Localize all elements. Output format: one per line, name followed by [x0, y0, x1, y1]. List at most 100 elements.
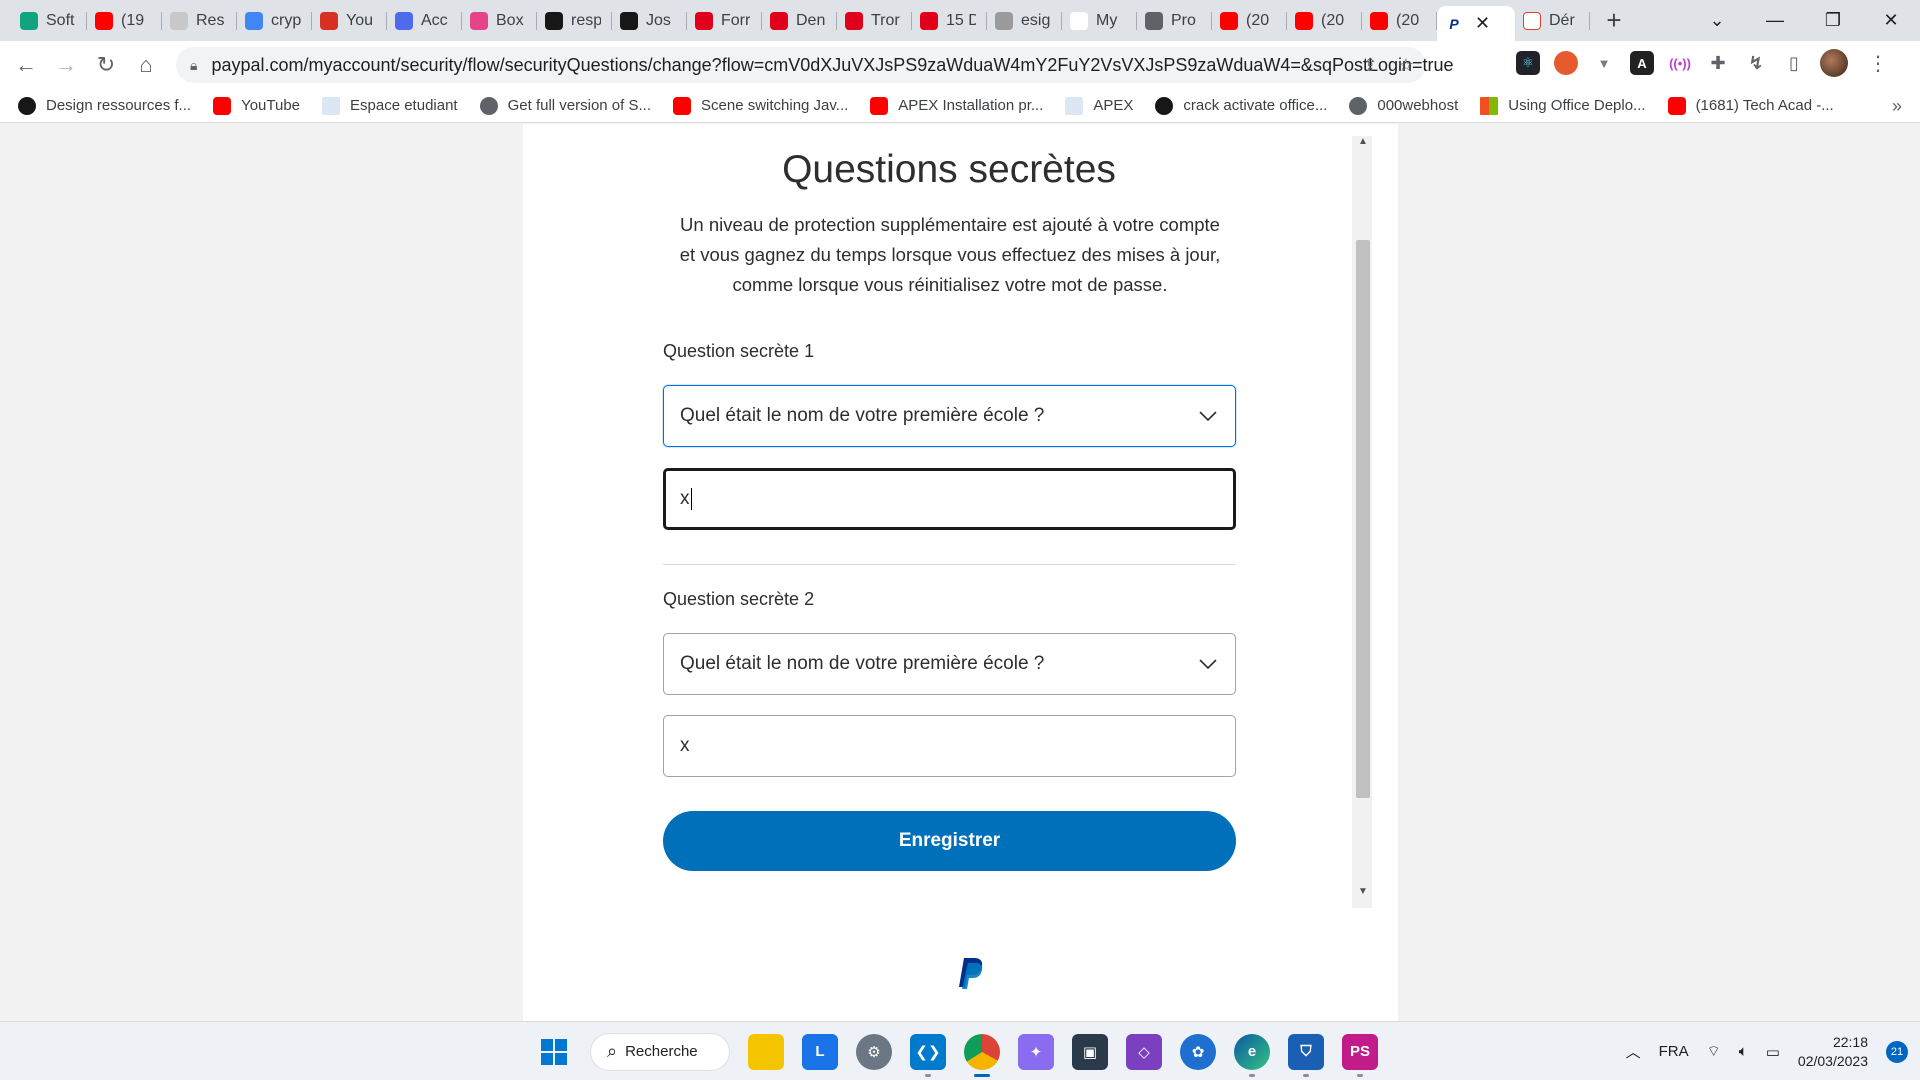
extension-icon[interactable]	[1554, 51, 1578, 75]
tab-title: Tror	[871, 11, 900, 29]
answer-2-input[interactable]: x	[663, 715, 1236, 777]
scrollbar-thumb[interactable]	[1356, 240, 1370, 798]
photo-app-icon[interactable]: ▣	[1072, 1033, 1108, 1070]
browser-menu-icon[interactable]: ⋮	[1868, 51, 1888, 76]
bookmark-item[interactable]: Using Office Deplo...	[1480, 96, 1646, 115]
question-2-select[interactable]: Quel était le nom de votre première écol…	[663, 633, 1236, 695]
bookmark-item[interactable]: APEX	[1065, 96, 1134, 115]
bookmark-label: Scene switching Jav...	[701, 97, 849, 114]
bookmark-item[interactable]: Design ressources f...	[18, 96, 191, 115]
react-devtools-icon[interactable]: ⚛	[1516, 51, 1540, 75]
bookmark-item[interactable]: Get full version of S...	[479, 96, 651, 115]
page-description: Un niveau de protection supplémentaire e…	[660, 210, 1240, 300]
browser-tab[interactable]: (20	[1287, 0, 1362, 41]
phpstorm-icon[interactable]: PS	[1342, 1033, 1378, 1077]
bookmark-item[interactable]: Espace etudiant	[322, 96, 458, 115]
browser-tab[interactable]: Den	[762, 0, 837, 41]
github-icon	[18, 96, 36, 115]
forward-icon[interactable]: →	[46, 45, 86, 85]
vue-devtools-icon[interactable]: ▼	[1592, 51, 1616, 75]
clock[interactable]: 22:18 02/03/2023	[1798, 1033, 1868, 1071]
browser-tab[interactable]: resp	[537, 0, 612, 41]
visual-studio-icon[interactable]: ◇	[1126, 1033, 1162, 1070]
lock-icon[interactable]: 🔒︎	[190, 57, 197, 74]
security-shield-icon[interactable]: ⛉	[1288, 1033, 1324, 1077]
minimize-icon[interactable]: —	[1746, 10, 1804, 31]
browser-tab[interactable]: (20	[1362, 0, 1437, 41]
browser-tab-active[interactable]: P ✕	[1437, 6, 1515, 41]
windows-start-icon[interactable]	[536, 1034, 572, 1070]
share-icon[interactable]: ⇪	[1363, 55, 1378, 76]
xampp-icon[interactable]: ✿	[1180, 1033, 1216, 1070]
bookmark-item[interactable]: APEX Installation pr...	[870, 96, 1043, 115]
browser-tab[interactable]: esig	[987, 0, 1062, 41]
answer-1-input[interactable]: x	[663, 468, 1236, 530]
url-text[interactable]: paypal.com/myaccount/security/flow/secur…	[211, 55, 1453, 76]
chevron-up-icon[interactable]: ︿	[1626, 1041, 1641, 1062]
volume-icon[interactable]: 🔈︎	[1739, 1043, 1748, 1060]
extensions-puzzle-icon[interactable]: ✚	[1706, 51, 1730, 75]
browser-tab[interactable]: (20	[1212, 0, 1287, 41]
bookmark-item[interactable]: crack activate office...	[1155, 96, 1327, 115]
bookmark-item[interactable]: (1681) Tech Acad -...	[1667, 96, 1834, 115]
browser-tab[interactable]: (19	[87, 0, 162, 41]
bookmark-label: APEX	[1093, 97, 1134, 114]
close-tab-icon[interactable]: ✕	[1475, 13, 1490, 34]
bookmarks-more-icon[interactable]: »	[1892, 96, 1902, 117]
profile-avatar[interactable]	[1820, 49, 1848, 77]
angular-devtools-icon[interactable]: A	[1630, 51, 1654, 75]
tab-title: Soft	[46, 11, 75, 29]
bookmark-item[interactable]: Scene switching Jav...	[673, 96, 849, 115]
new-tab-icon[interactable]: +	[1594, 0, 1634, 41]
battery-icon[interactable]: ▭	[1766, 1043, 1780, 1061]
side-panel-icon[interactable]: ▯	[1782, 51, 1806, 75]
back-icon[interactable]: ←	[6, 45, 46, 85]
tn-icon	[770, 11, 788, 30]
file-explorer-icon[interactable]	[748, 1033, 784, 1070]
settings-gear-icon[interactable]: ⚙	[856, 1033, 892, 1070]
browser-tab[interactable]: My	[1062, 0, 1137, 41]
restore-icon[interactable]: ❐	[1804, 10, 1862, 31]
browser-tab[interactable]: 15 D	[912, 0, 987, 41]
bookmark-star-icon[interactable]: ☆	[1398, 55, 1414, 76]
browser-tab[interactable]: cryp	[237, 0, 312, 41]
bookmark-item[interactable]: YouTube	[213, 96, 300, 115]
browser-tab[interactable]: Forr	[687, 0, 762, 41]
tab-search-icon[interactable]: ⌄	[1688, 10, 1746, 31]
chrome-icon[interactable]	[964, 1033, 1000, 1077]
vscode-icon[interactable]: ❮❯	[910, 1033, 946, 1077]
browser-tab[interactable]: Jos	[612, 0, 687, 41]
gmail-icon	[320, 11, 338, 30]
home-icon[interactable]: ⌂	[126, 45, 166, 85]
save-button[interactable]: Enregistrer	[663, 811, 1236, 871]
reload-icon[interactable]: ↻	[86, 45, 126, 85]
scroll-up-icon[interactable]: ▲	[1356, 136, 1370, 147]
browser-tab[interactable]: You	[312, 0, 387, 41]
launcher-l-icon[interactable]: L	[802, 1033, 838, 1070]
broadcast-icon[interactable]: ((•))	[1668, 51, 1692, 75]
game-controller-icon[interactable]: ✦	[1018, 1033, 1054, 1070]
taskbar-search[interactable]: ⌕ Recherche	[590, 1032, 730, 1071]
close-window-icon[interactable]: ✕	[1862, 10, 1920, 31]
browser-tab[interactable]: Acc	[387, 0, 462, 41]
browser-tab[interactable]: Res	[162, 0, 237, 41]
browser-tab[interactable]: Dér	[1515, 0, 1590, 41]
paypal-icon: P	[1445, 14, 1463, 33]
browser-tab[interactable]: Soft	[12, 0, 87, 41]
wifi-icon[interactable]: ⌔	[1707, 1042, 1721, 1061]
address-bar[interactable]: 🔒︎ paypal.com/myaccount/security/flow/se…	[176, 47, 1454, 83]
bookmarks-bar: Design ressources f... YouTube Espace etud…	[0, 89, 1920, 123]
browser-tab[interactable]: Pro	[1137, 0, 1212, 41]
browser-tab[interactable]: Tror	[837, 0, 912, 41]
performance-icon[interactable]: ↯	[1744, 51, 1768, 75]
tn-icon	[995, 11, 1013, 30]
browser-tab[interactable]: Box	[462, 0, 537, 41]
question-1-select[interactable]: Quel était le nom de votre première écol…	[663, 385, 1236, 447]
edge-icon[interactable]: e	[1234, 1033, 1270, 1077]
search-icon: ⌕	[607, 1041, 618, 1061]
bookmark-item[interactable]: 000webhost	[1349, 96, 1458, 115]
scroll-down-icon[interactable]: ▼	[1356, 886, 1370, 897]
notification-badge[interactable]: 21	[1886, 1040, 1908, 1063]
language-indicator[interactable]: FRA	[1659, 1043, 1689, 1060]
bookmark-label: Using Office Deplo...	[1508, 97, 1646, 114]
